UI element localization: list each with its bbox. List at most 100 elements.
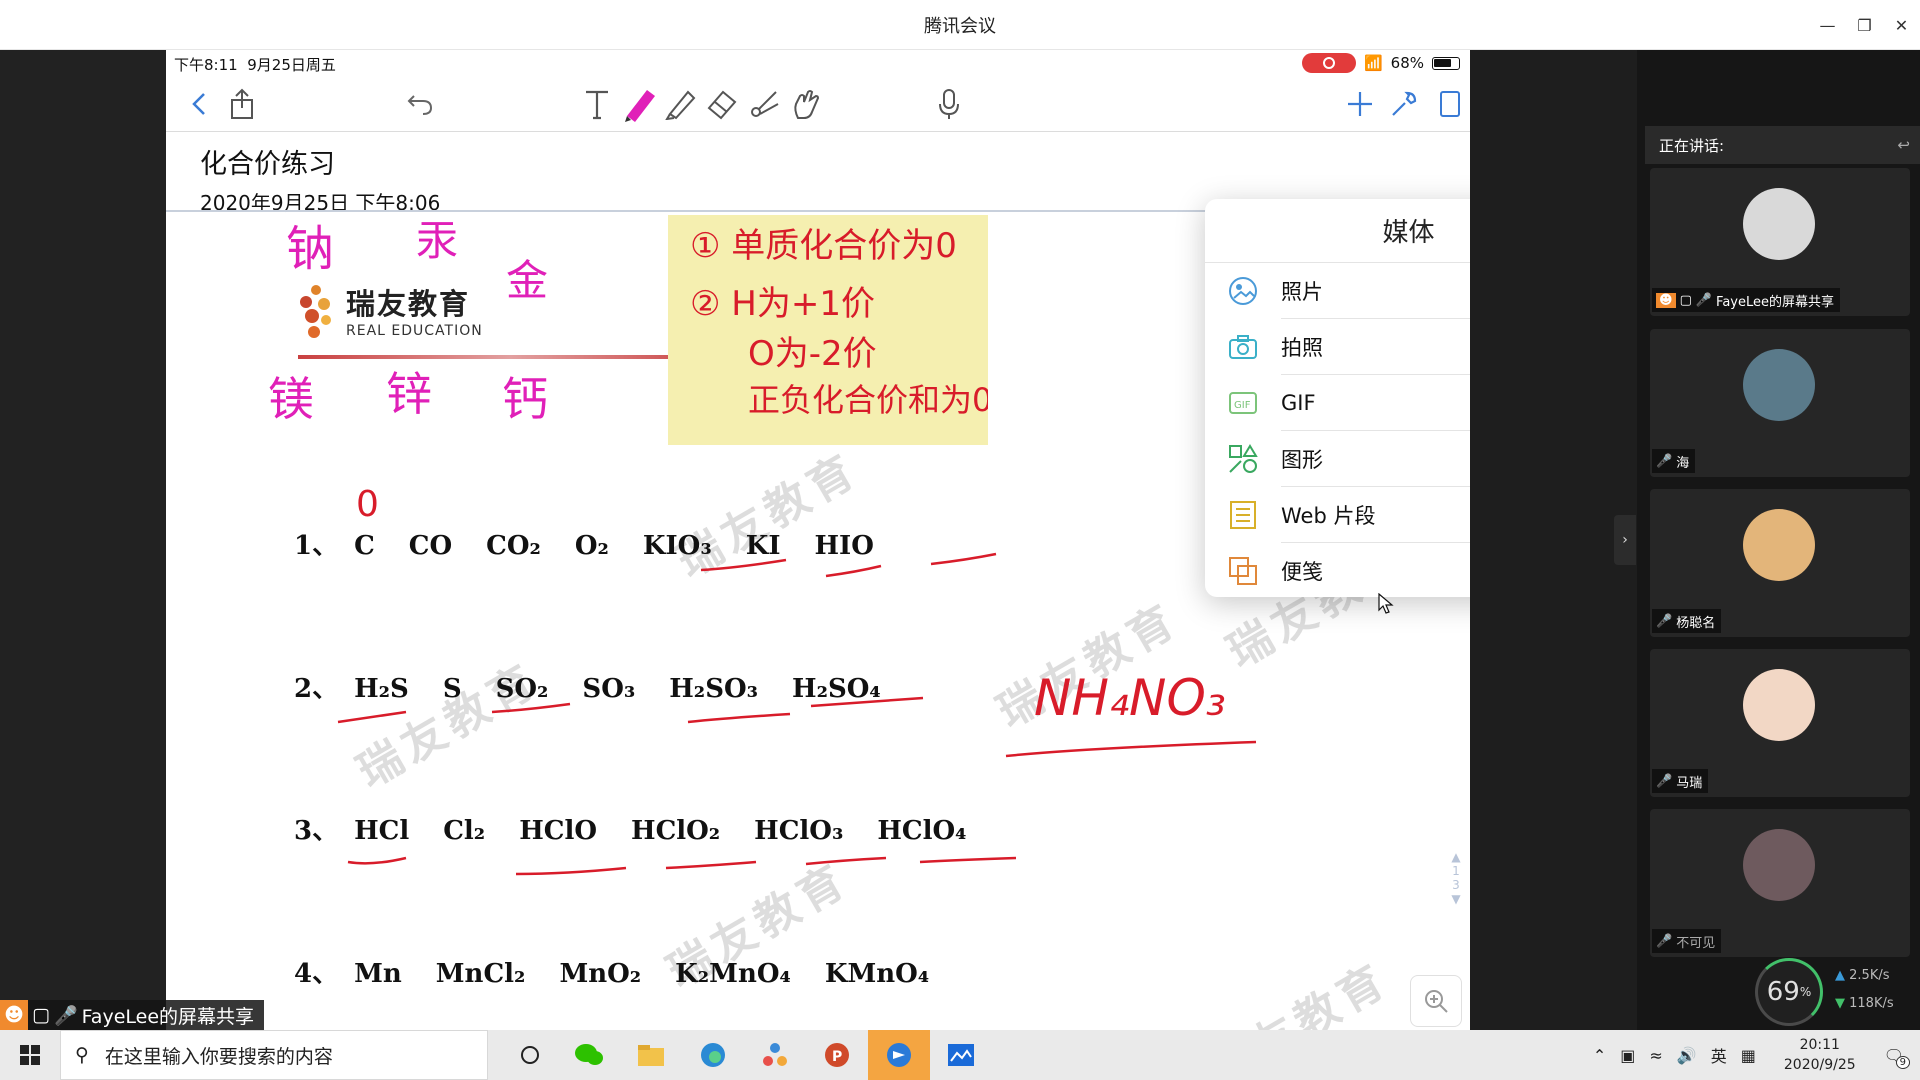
wifi-icon[interactable]: ≈	[1649, 1046, 1662, 1065]
exercise-row-2: 2、 H₂S S SO₂ SO₃ H₂SO₃ H₂SO₄	[294, 668, 915, 705]
camera-icon	[1227, 331, 1259, 363]
formula: H₂S	[354, 674, 409, 704]
popover-item-label: Web 片段	[1281, 504, 1376, 528]
reply-arrow-icon[interactable]: ↩	[1897, 136, 1910, 154]
start-button[interactable]	[0, 1030, 60, 1080]
participant-tile[interactable]: ☻ ▢ 🎤 FayeLee的屏幕共享	[1650, 168, 1910, 316]
window-title: 腾讯会议	[924, 15, 996, 37]
network-quality-gauge: 69%	[1755, 958, 1823, 1026]
formula: H₂SO₄	[792, 674, 881, 704]
search-placeholder: 在这里输入你要搜索的内容	[104, 1045, 333, 1068]
cortana-icon[interactable]	[502, 1030, 558, 1080]
handwriting-zero: 0	[356, 484, 379, 525]
popover-item-label: GIF	[1281, 391, 1316, 415]
powerpoint-icon[interactable]: P	[806, 1030, 868, 1080]
popover-item-sticky-note[interactable]: 便笺 ›	[1205, 543, 1470, 597]
volume-icon[interactable]: 🔊	[1677, 1046, 1697, 1065]
whiteboard-app-icon[interactable]	[930, 1030, 992, 1080]
participant-label: 🎤 不可见	[1652, 929, 1722, 953]
popover-item-web-clip[interactable]: Web 片段 ›	[1205, 487, 1470, 543]
participant-label: 🎤 海	[1652, 449, 1696, 473]
formula: SO₂	[495, 674, 549, 704]
formula: K₂MnO₄	[675, 959, 791, 989]
popover-item-label: 照片	[1281, 280, 1323, 304]
notification-center-icon[interactable]: 🗨 9	[1884, 1046, 1910, 1069]
participant-label: 🎤 杨聪名	[1652, 609, 1722, 633]
gif-icon: GIF	[1227, 387, 1259, 419]
formula: HClO₃	[754, 816, 844, 846]
formula: SO₃	[582, 674, 636, 704]
minimize-button[interactable]: —	[1809, 0, 1846, 50]
participant-tile[interactable]: 🎤 不可见	[1650, 809, 1910, 957]
page-up-icon[interactable]: ▲	[1446, 850, 1466, 864]
upload-arrow-icon: ▲	[1835, 968, 1845, 983]
tray-app-icon[interactable]: ▣	[1620, 1046, 1635, 1065]
formula: O₂	[574, 531, 609, 561]
popover-item-label: 拍照	[1281, 336, 1323, 360]
formula: Cl₂	[443, 816, 486, 846]
input-method[interactable]: 英	[1711, 1043, 1727, 1067]
formula: HClO	[519, 816, 597, 846]
collapse-panel-button[interactable]: ›	[1614, 515, 1636, 565]
formula: KIO₃	[642, 531, 712, 561]
network-app-icon[interactable]	[744, 1030, 806, 1080]
formula: C	[354, 531, 375, 561]
taskbar-search[interactable]: ⚲ 在这里输入你要搜索的内容	[60, 1030, 488, 1080]
row-number: 1、	[294, 531, 339, 561]
participant-label: ☻ ▢ 🎤 FayeLee的屏幕共享	[1652, 288, 1840, 312]
exercise-row-3: 3、 HCl Cl₂ HClO HClO₂ HClO₃ HClO₄	[294, 810, 1001, 847]
formula: H₂SO₃	[669, 674, 758, 704]
media-popover: 媒体 照片 › 拍照 › GIF GIF › 图形 › Web 片段	[1205, 199, 1470, 597]
tray-expand-icon[interactable]: ⌃	[1593, 1046, 1606, 1065]
formula: HClO₂	[631, 816, 721, 846]
handwriting-magnesium: 镁	[268, 372, 314, 426]
screen-share-icon: ▢	[32, 1004, 50, 1026]
participant-name: 不可见	[1676, 935, 1716, 951]
clock[interactable]: 20:11 2020/9/25	[1784, 1035, 1856, 1075]
avatar	[1743, 829, 1815, 901]
popover-title: 媒体	[1205, 199, 1470, 263]
taskbar: ⚲ 在这里输入你要搜索的内容 P ⌃ ▣ ≈ 🔊 英 ▦ 20:11 2020/…	[0, 1030, 1920, 1080]
mic-muted-icon: 🎤	[1656, 773, 1673, 789]
popover-item-label: 便笺	[1281, 560, 1323, 584]
window-controls: — ❐ ✕	[1809, 0, 1920, 50]
page-current: 1	[1452, 864, 1460, 878]
microphone-icon: 🎤	[53, 1004, 78, 1027]
handwriting-zinc: 锌	[386, 367, 432, 421]
popover-item-shapes[interactable]: 图形 ›	[1205, 431, 1470, 487]
participant-tile[interactable]: 🎤 杨聪名	[1650, 489, 1910, 637]
keyboard-layout-icon[interactable]: ▦	[1741, 1046, 1756, 1065]
mic-muted-icon: 🎤	[1656, 453, 1673, 469]
participant-tile[interactable]: 🎤 海	[1650, 329, 1910, 477]
exercise-row-1: 1、 C CO CO₂ O₂ KIO₃ KI HIO	[294, 525, 908, 562]
screen-share-badge: ☻ ▢ 🎤 FayeLee的屏幕共享	[0, 1000, 265, 1030]
speaking-label: 正在讲话:	[1659, 136, 1725, 155]
system-tray: ⌃ ▣ ≈ 🔊 英 ▦ 20:11 2020/9/25 🗨 9	[1593, 1030, 1920, 1080]
handwriting-mercury: 汞	[416, 216, 458, 265]
microphone-icon: 🎤	[1695, 292, 1713, 308]
popover-item-photos[interactable]: 照片 ›	[1205, 263, 1470, 319]
restore-button[interactable]: ❐	[1846, 0, 1883, 50]
close-button[interactable]: ✕	[1883, 0, 1920, 50]
mic-muted-icon: 🎤	[1656, 613, 1673, 629]
file-explorer-icon[interactable]	[620, 1030, 682, 1080]
formula: Mn	[354, 959, 402, 989]
participant-tile[interactable]: 🎤 马瑞	[1650, 649, 1910, 797]
zoom-in-icon	[1425, 990, 1448, 1013]
search-icon: ⚲	[75, 1044, 89, 1066]
formula: CO	[408, 531, 453, 561]
popover-item-gif[interactable]: GIF GIF ›	[1205, 375, 1470, 431]
edge-browser-icon[interactable]	[682, 1030, 744, 1080]
formula: HCl	[354, 816, 410, 846]
popover-item-camera[interactable]: 拍照 ›	[1205, 319, 1470, 375]
zoom-button[interactable]	[1410, 975, 1462, 1027]
handwriting-calcium: 钙	[502, 372, 548, 426]
page-indicator[interactable]: ▲ 1 3 ▼	[1446, 850, 1466, 906]
participant-name: 杨聪名	[1676, 615, 1716, 631]
participant-label: 🎤 马瑞	[1652, 769, 1709, 793]
tencent-meeting-icon[interactable]	[868, 1030, 930, 1080]
formula: CO₂	[486, 531, 541, 561]
page-down-icon[interactable]: ▼	[1446, 892, 1466, 906]
network-widget[interactable]: 69% ▲ 2.5K/s ▼ 118K/s	[1755, 950, 1920, 1030]
wechat-icon[interactable]	[558, 1030, 620, 1080]
